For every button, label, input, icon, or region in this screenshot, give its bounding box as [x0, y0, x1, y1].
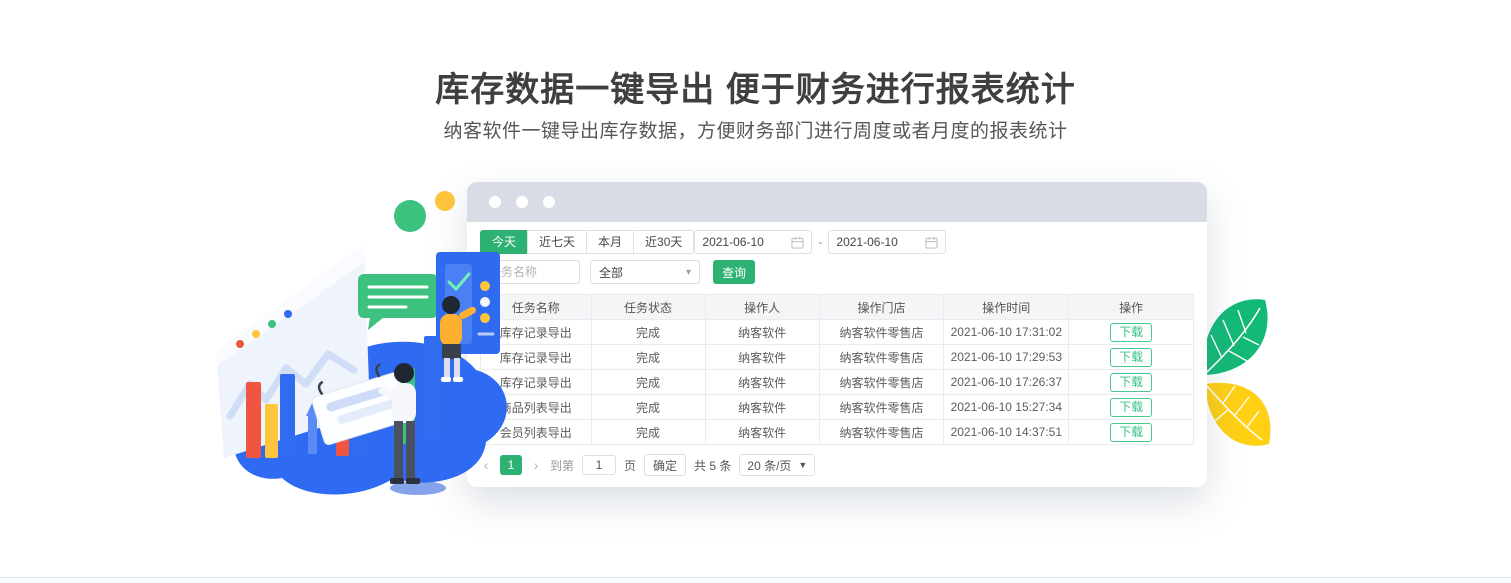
blue-blob-shape	[225, 341, 507, 495]
date-to-value: 2021-06-10	[836, 235, 897, 249]
goto-page-input[interactable]	[582, 455, 616, 475]
chevron-down-icon: ▾	[686, 267, 691, 278]
table-row: 库存记录导出 完成 纳客软件 纳客软件零售店 2021-06-10 17:31:…	[481, 320, 1194, 345]
cell-status: 完成	[591, 370, 705, 395]
search-filter-row: 全部 ▾ 查询	[480, 260, 1194, 284]
yellow-dot-shape	[435, 191, 455, 211]
cell-operator: 纳客软件	[705, 395, 819, 420]
cell-status: 完成	[591, 345, 705, 370]
export-task-table: 任务名称 任务状态 操作人 操作门店 操作时间 操作 库存记录导出 完成 纳客软…	[480, 294, 1194, 445]
chevron-down-icon: ▼	[798, 460, 807, 470]
calendar-icon	[925, 236, 938, 249]
date-from-value: 2021-06-10	[702, 235, 763, 249]
date-range-separator: -	[818, 235, 822, 249]
cell-time: 2021-06-10 17:31:02	[944, 320, 1069, 345]
table-header-row: 任务名称 任务状态 操作人 操作门店 操作时间 操作	[481, 295, 1194, 320]
column-header-task: 任务名称	[481, 295, 592, 320]
download-button[interactable]: 下载	[1110, 423, 1152, 442]
cell-task: 会员列表导出	[481, 420, 592, 445]
page-size-select[interactable]: 20 条/页 ▼	[739, 454, 815, 476]
column-header-operator: 操作人	[705, 295, 819, 320]
range-button-this-month[interactable]: 本月	[586, 230, 634, 254]
range-button-today[interactable]: 今天	[480, 230, 528, 254]
column-header-store: 操作门店	[819, 295, 944, 320]
confirm-page-button[interactable]: 确定	[644, 454, 686, 476]
download-button[interactable]: 下载	[1110, 323, 1152, 342]
line-chart-shape	[230, 354, 354, 416]
date-filter-row: 今天 近七天 本月 近30天 2021-06-10 - 2021	[480, 230, 1194, 254]
cell-store: 纳客软件零售店	[819, 420, 944, 445]
column-header-time: 操作时间	[944, 295, 1069, 320]
cell-status: 完成	[591, 420, 705, 445]
cell-task: 库存记录导出	[481, 345, 592, 370]
goto-page-label: 到第	[550, 457, 574, 474]
cell-store: 纳客软件零售店	[819, 395, 944, 420]
cell-status: 完成	[591, 395, 705, 420]
table-row: 会员列表导出 完成 纳客软件 纳客软件零售店 2021-06-10 14:37:…	[481, 420, 1194, 445]
column-header-action: 操作	[1069, 295, 1194, 320]
download-button[interactable]: 下载	[1110, 348, 1152, 367]
app-window: 今天 近七天 本月 近30天 2021-06-10 - 2021	[467, 182, 1207, 487]
status-select[interactable]: 全部 ▾	[590, 260, 700, 284]
date-from-input[interactable]: 2021-06-10	[694, 230, 812, 254]
current-page-button[interactable]: 1	[500, 455, 522, 475]
yellow-leaf-shape	[1205, 383, 1270, 446]
cell-operator: 纳客软件	[705, 370, 819, 395]
cell-store: 纳客软件零售店	[819, 345, 944, 370]
cell-store: 纳客软件零售店	[819, 370, 944, 395]
status-select-value: 全部	[599, 264, 623, 281]
cell-task: 商品列表导出	[481, 395, 592, 420]
pagination-bar: ‹ 1 › 到第 页 确定 共 5 条 20 条/页 ▼	[480, 454, 1194, 476]
bar-chart-shape	[246, 336, 440, 458]
cell-task: 库存记录导出	[481, 370, 592, 395]
task-name-input[interactable]	[480, 260, 580, 284]
range-button-last30days[interactable]: 近30天	[633, 230, 694, 254]
next-page-icon[interactable]: ›	[530, 457, 542, 473]
cell-operator: 纳客软件	[705, 320, 819, 345]
calendar-icon	[791, 236, 804, 249]
page: 库存数据一键导出 便于财务进行报表统计 纳客软件一键导出库存数据，方便财务部门进…	[0, 0, 1511, 583]
column-header-status: 任务状态	[591, 295, 705, 320]
cell-operator: 纳客软件	[705, 345, 819, 370]
cell-time: 2021-06-10 17:29:53	[944, 345, 1069, 370]
green-dot-shape	[394, 200, 426, 232]
goto-page-suffix: 页	[624, 457, 636, 474]
total-count-label: 共 5 条	[694, 457, 731, 474]
search-button[interactable]: 查询	[713, 260, 755, 284]
window-dot-icon	[489, 196, 501, 208]
window-dot-icon	[516, 196, 528, 208]
person-white-shape	[377, 363, 420, 484]
table-row: 库存记录导出 完成 纳客软件 纳客软件零售店 2021-06-10 17:26:…	[481, 370, 1194, 395]
cell-time: 2021-06-10 15:27:34	[944, 395, 1069, 420]
prev-page-icon[interactable]: ‹	[480, 457, 492, 473]
table-row: 库存记录导出 完成 纳客软件 纳客软件零售店 2021-06-10 17:29:…	[481, 345, 1194, 370]
speech-bubble-shape	[358, 274, 438, 330]
range-button-last7days[interactable]: 近七天	[527, 230, 587, 254]
cell-status: 完成	[591, 320, 705, 345]
window-titlebar	[467, 182, 1207, 222]
cell-time: 2021-06-10 14:37:51	[944, 420, 1069, 445]
page-subtitle: 纳客软件一键导出库存数据，方便财务部门进行周度或者月度的报表统计	[0, 116, 1511, 143]
page-size-value: 20 条/页	[747, 457, 791, 474]
download-button[interactable]: 下载	[1110, 398, 1152, 417]
green-leaf-shape	[1204, 299, 1268, 375]
date-to-input[interactable]: 2021-06-10	[828, 230, 946, 254]
cell-store: 纳客软件零售店	[819, 320, 944, 345]
clipboard-shape	[307, 360, 411, 446]
cell-task: 库存记录导出	[481, 320, 592, 345]
download-button[interactable]: 下载	[1110, 373, 1152, 392]
page-title: 库存数据一键导出 便于财务进行报表统计	[0, 62, 1511, 111]
leaves-decoration	[1199, 291, 1277, 467]
bottom-divider	[0, 577, 1511, 583]
quick-range-group: 今天 近七天 本月 近30天	[480, 230, 694, 254]
cell-time: 2021-06-10 17:26:37	[944, 370, 1069, 395]
window-dot-icon	[543, 196, 555, 208]
cell-operator: 纳客软件	[705, 420, 819, 445]
chart-board	[216, 244, 370, 458]
table-row: 商品列表导出 完成 纳客软件 纳客软件零售店 2021-06-10 15:27:…	[481, 395, 1194, 420]
